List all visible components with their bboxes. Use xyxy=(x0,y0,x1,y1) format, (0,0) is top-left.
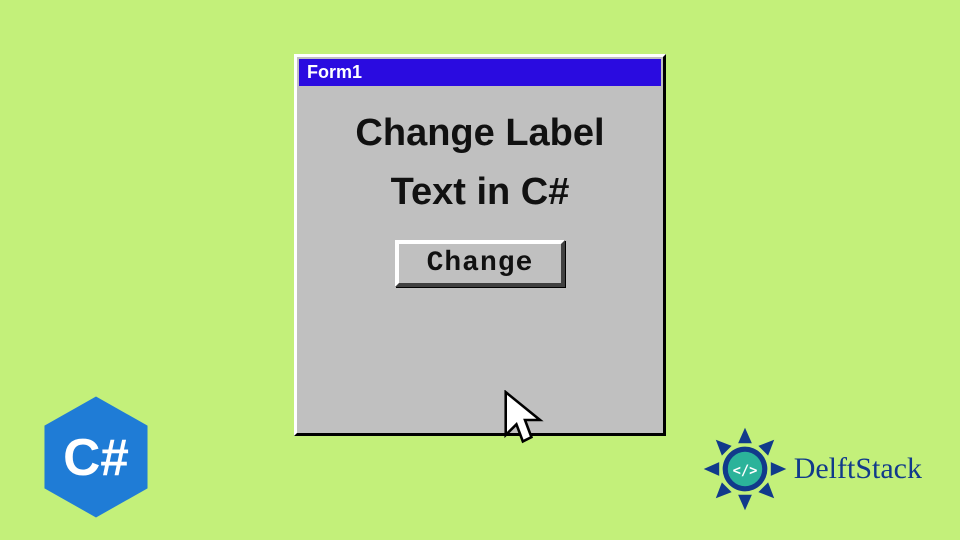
button-area: Change xyxy=(315,240,645,287)
form-window: Form1 Change Label Text in C# Change xyxy=(294,54,666,436)
form-label: Change Label Text in C# xyxy=(315,104,645,222)
csharp-badge-text: C# xyxy=(63,428,129,486)
svg-text:</>: </> xyxy=(732,463,757,479)
csharp-badge-icon: C# xyxy=(40,394,152,520)
delftstack-brand-text: DelftStack xyxy=(794,452,922,486)
change-button-label: Change xyxy=(427,248,534,279)
delftstack-logo: </> DelftStack xyxy=(702,426,922,512)
change-button[interactable]: Change xyxy=(395,240,566,287)
window-titlebar: Form1 xyxy=(299,59,661,86)
window-client-area: Change Label Text in C# Change xyxy=(297,88,663,297)
window-title: Form1 xyxy=(307,62,362,82)
delftstack-rosette-icon: </> xyxy=(702,426,788,512)
